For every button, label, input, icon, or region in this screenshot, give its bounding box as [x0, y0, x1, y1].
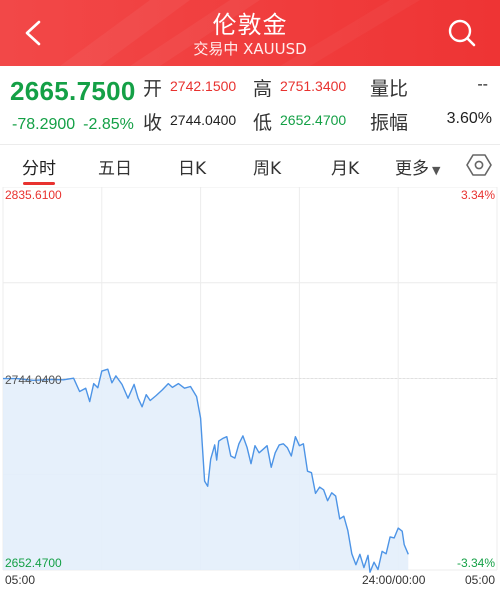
tab-five-day[interactable]: 五日 [98, 154, 132, 179]
quote-panel: 2665.7500 -78.2900 -2.85% 开 2742.1500 高 2… [0, 66, 500, 144]
change-percent: -2.85% [83, 116, 134, 133]
x-start-label: 05:00 [5, 573, 36, 587]
amplitude-value: 3.60% [446, 110, 492, 127]
search-button[interactable] [446, 17, 478, 49]
trading-status: 交易中 XAUUSD [193, 40, 307, 58]
open-label: 开 [143, 78, 163, 100]
app-header: 伦敦金 交易中 XAUUSD [0, 0, 500, 66]
search-icon [448, 19, 476, 47]
tab-intraday[interactable]: 分时 [22, 154, 56, 179]
low-label: 低 [253, 112, 273, 134]
high-label: 高 [253, 78, 273, 100]
prev-close-value: 2744.0400 [170, 112, 237, 128]
page-title: 伦敦金 [212, 11, 288, 39]
intraday-chart: 2835.6100 3.34% 2744.0400 2652.4700 -3.3… [0, 186, 500, 593]
y-ref-label: 2744.0400 [5, 373, 62, 387]
open-value: 2742.1500 [170, 78, 237, 94]
y-min-label: 2652.4700 [5, 556, 62, 570]
pct-max-label: 3.34% [460, 188, 495, 202]
tab-daily-k[interactable]: 日K [178, 154, 206, 179]
price-chart-svg [2, 186, 498, 573]
caret-down-icon: ▼ [432, 164, 441, 177]
tab-more-label: 更多 [395, 159, 429, 179]
volume-ratio-value: -- [477, 76, 488, 93]
chart-period-tabs: 分时 五日 日K 周K 月K 更多 ▼ [0, 145, 500, 187]
amplitude-label: 振幅 [370, 112, 409, 134]
prev-close-label: 收 [143, 112, 163, 134]
change-amount: -78.2900 [12, 116, 76, 133]
tab-more[interactable]: 更多 ▼ [395, 154, 440, 179]
active-tab-indicator [23, 182, 55, 185]
current-price: 2665.7500 [10, 76, 136, 106]
hexagon-settings-icon [466, 154, 492, 176]
chart-settings-button[interactable] [466, 152, 492, 178]
high-value: 2751.3400 [280, 78, 347, 94]
tab-weekly-k[interactable]: 周K [253, 154, 281, 179]
y-max-label: 2835.6100 [5, 188, 62, 202]
tab-monthly-k[interactable]: 月K [331, 154, 359, 179]
pct-min-label: -3.34% [456, 556, 495, 570]
price-area-fill [3, 369, 409, 573]
price-change: -78.2900 -2.85% [12, 116, 134, 134]
low-value: 2652.4700 [280, 112, 347, 128]
volume-ratio-label: 量比 [370, 78, 409, 100]
x-mid-label: 24:00/00:00 [362, 573, 426, 587]
x-end-label: 05:00 [464, 573, 495, 587]
